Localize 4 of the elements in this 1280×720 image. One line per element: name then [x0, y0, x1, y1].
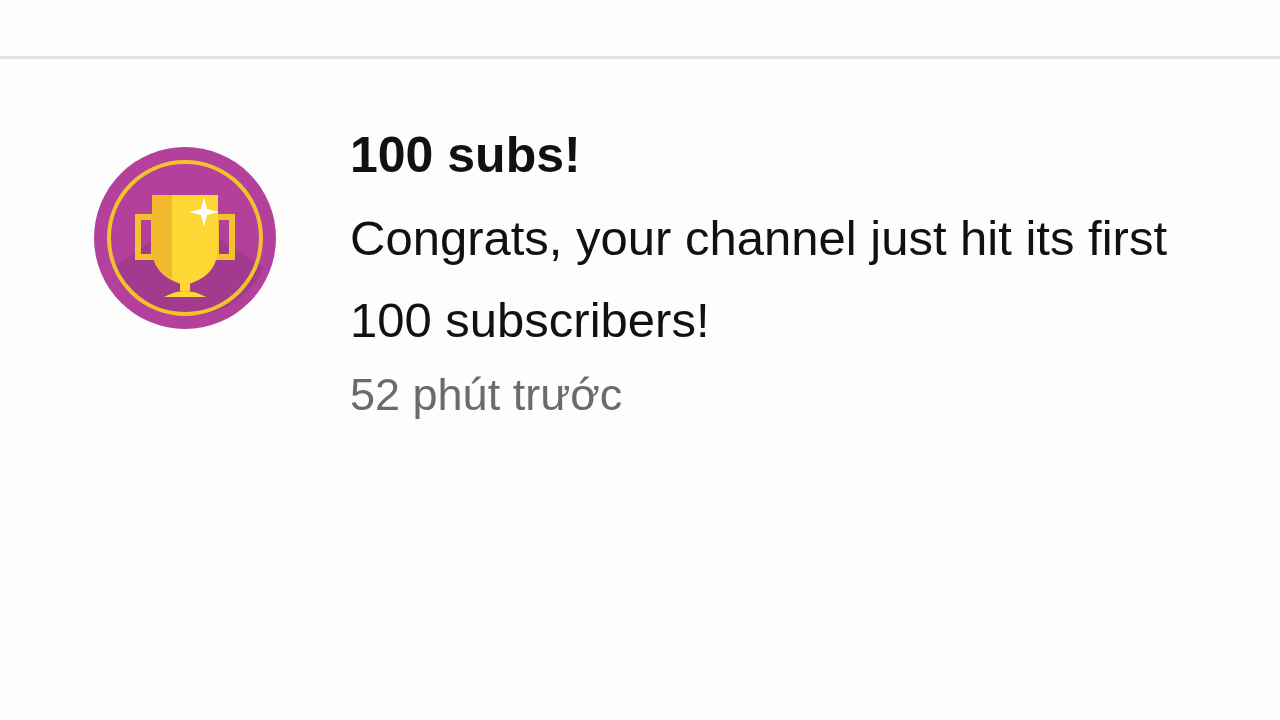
notification-message: Congrats, your channel just hit its first 100 subscribers!	[350, 210, 1169, 349]
trophy-badge-icon	[94, 147, 276, 329]
notification-time: 52 phút trước	[350, 368, 624, 422]
notification-title: 100 subs!	[350, 126, 582, 185]
